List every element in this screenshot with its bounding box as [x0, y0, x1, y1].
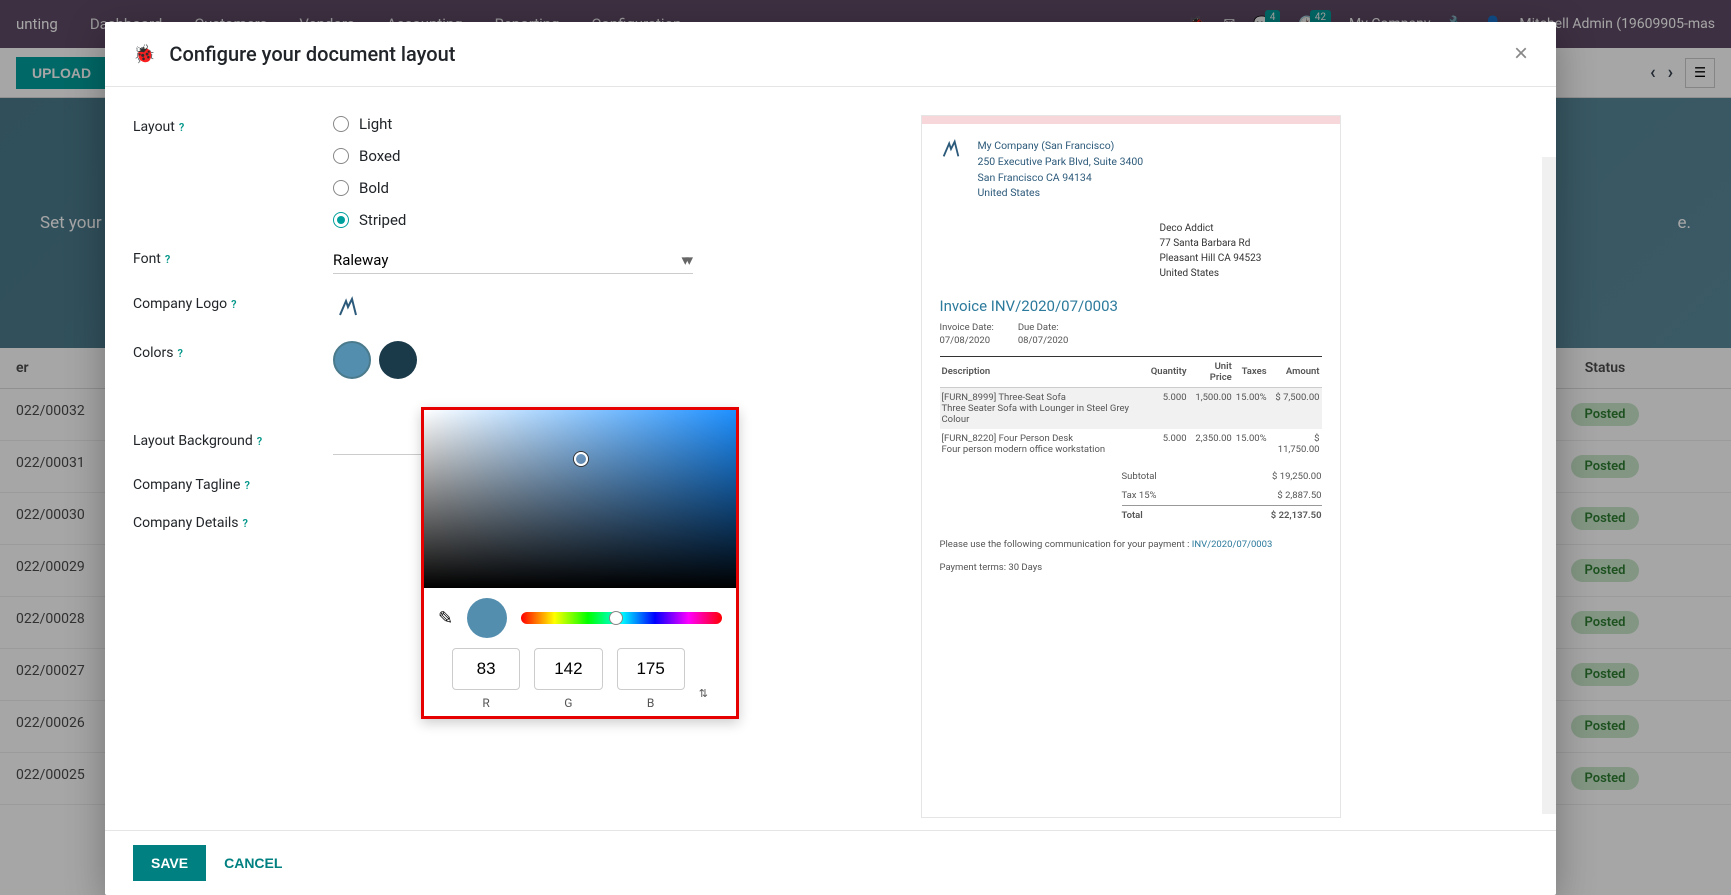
radio-icon — [333, 116, 349, 132]
bug-icon[interactable]: 🐞 — [133, 44, 155, 65]
label-logo: Company Logo — [133, 296, 227, 312]
modal-title: Configure your document layout — [169, 42, 455, 66]
b-input[interactable] — [617, 648, 685, 690]
company-logo-preview[interactable] — [333, 292, 363, 322]
help-icon[interactable]: ? — [177, 347, 182, 360]
primary-color-swatch[interactable] — [333, 341, 371, 379]
save-button[interactable]: SAVE — [133, 845, 206, 881]
picker-cursor-icon[interactable] — [574, 452, 588, 466]
radio-icon — [333, 148, 349, 164]
document-preview: My Company (San Francisco) 250 Executive… — [921, 115, 1341, 818]
label-bg: Layout Background — [133, 433, 253, 449]
cancel-button[interactable]: CANCEL — [224, 855, 282, 871]
g-input[interactable] — [534, 648, 602, 690]
saturation-lightness-field[interactable] — [424, 410, 736, 588]
label-details: Company Details — [133, 515, 239, 531]
color-picker: ✎ R G B ⇅ — [421, 407, 739, 719]
preview-invoice-title: Invoice INV/2020/07/0003 — [922, 287, 1340, 321]
color-preview — [467, 598, 507, 638]
color-mode-toggle-icon[interactable]: ⇅ — [699, 687, 708, 700]
scrollbar[interactable] — [1542, 157, 1556, 814]
hue-slider[interactable] — [521, 612, 722, 624]
help-icon[interactable]: ? — [257, 435, 262, 448]
help-icon[interactable]: ? — [244, 479, 249, 492]
eyedropper-icon[interactable]: ✎ — [438, 608, 453, 629]
radio-striped[interactable]: Striped — [333, 211, 693, 229]
radio-bold[interactable]: Bold — [333, 179, 693, 197]
radio-boxed[interactable]: Boxed — [333, 147, 693, 165]
secondary-color-swatch[interactable] — [379, 341, 417, 379]
help-icon[interactable]: ? — [231, 298, 236, 311]
radio-icon — [333, 212, 349, 228]
document-layout-modal: 🐞 Configure your document layout × Layou… — [105, 22, 1556, 895]
help-icon[interactable]: ? — [243, 517, 248, 530]
font-select[interactable]: Raleway▾ — [333, 247, 693, 274]
hue-handle-icon[interactable] — [609, 611, 623, 625]
label-tagline: Company Tagline — [133, 477, 240, 493]
preview-logo-icon — [940, 138, 962, 160]
radio-light[interactable]: Light — [333, 115, 693, 133]
r-input[interactable] — [452, 648, 520, 690]
label-font: Font — [133, 251, 161, 267]
close-button[interactable]: × — [1514, 40, 1528, 68]
help-icon[interactable]: ? — [165, 253, 170, 266]
radio-icon — [333, 180, 349, 196]
help-icon[interactable]: ? — [179, 121, 184, 134]
label-colors: Colors — [133, 345, 173, 361]
label-layout: Layout — [133, 119, 175, 135]
